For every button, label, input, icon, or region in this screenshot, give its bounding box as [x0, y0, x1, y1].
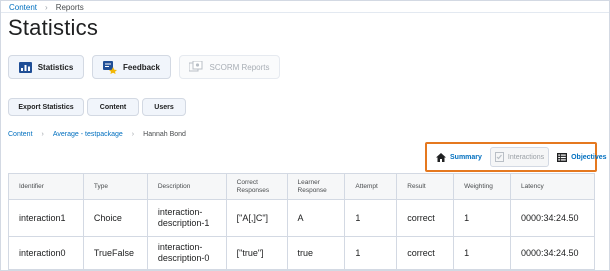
table-cell: 1 [344, 236, 398, 270]
summary-toggle[interactable]: Summary [431, 147, 487, 167]
column-header: Result [396, 173, 455, 200]
table-cell: 1 [453, 236, 511, 270]
feedback-button[interactable]: Feedback [92, 55, 171, 79]
chevron-right-icon: › [131, 131, 135, 138]
objectives-toggle[interactable]: Objectives [552, 147, 610, 167]
checklist-icon [494, 152, 504, 162]
chevron-right-icon: › [45, 3, 48, 12]
top-breadcrumb: Content › Reports [9, 3, 84, 12]
page-title: Statistics [8, 15, 99, 40]
table-header-row: Identifier Type Description Correct Resp… [8, 173, 595, 200]
breadcrumb-current-user: Hannah Bond [143, 131, 186, 138]
table-row: interaction1 Choice interaction-descript… [8, 199, 595, 237]
interactions-toggle-label: Interactions [507, 153, 545, 161]
bar-chart-icon [18, 61, 32, 73]
scorm-icon [189, 61, 203, 72]
summary-toggle-label: Summary [450, 153, 482, 161]
table-cell: correct [396, 199, 455, 237]
breadcrumb-content-link[interactable]: Content [8, 131, 33, 138]
breadcrumb-current: Reports [55, 3, 84, 12]
column-header: Correct Responses [225, 173, 288, 200]
interactions-toggle[interactable]: Interactions [489, 147, 550, 167]
statistics-button[interactable]: Statistics [8, 55, 84, 79]
objectives-toggle-label: Objectives [571, 153, 607, 161]
table-cell: Choice [82, 199, 148, 237]
table-cell: correct [396, 236, 455, 270]
breadcrumb-package-link[interactable]: Average - testpackage [53, 131, 123, 138]
column-header: Learner Response [286, 173, 346, 200]
feedback-button-label: Feedback [123, 62, 160, 72]
interactions-table: Identifier Type Description Correct Resp… [8, 173, 595, 270]
home-icon [436, 152, 446, 162]
view-toggle-group: Summary Interactions Objectives [425, 142, 607, 172]
table-cell: interaction-description-1 [146, 199, 227, 237]
users-button[interactable]: Users [142, 98, 186, 116]
content-button[interactable]: Content [87, 98, 139, 116]
scorm-reports-button[interactable]: SCORM Reports [179, 55, 280, 79]
divider [1, 12, 609, 13]
column-header: Type [82, 173, 148, 200]
table-cell: 1 [453, 199, 511, 237]
scorm-reports-button-label: SCORM Reports [209, 62, 270, 72]
export-statistics-button[interactable]: Export Statistics [8, 98, 84, 116]
feedback-icon [103, 60, 118, 74]
column-header: Identifier [8, 173, 84, 200]
breadcrumb-content-link[interactable]: Content [9, 3, 37, 12]
column-header: Weighting [453, 173, 511, 200]
table-cell: true [286, 236, 346, 270]
chevron-right-icon: › [41, 131, 44, 138]
table-cell: ["true"] [225, 236, 288, 270]
statistics-button-label: Statistics [37, 62, 74, 72]
table-cell: A [286, 199, 346, 237]
table-cell: 1 [344, 199, 398, 237]
list-icon [557, 152, 568, 162]
breadcrumb: Content › Average - testpackage › Hannah… [8, 131, 186, 138]
column-header: Attempt [344, 173, 398, 200]
table-row: interaction0 TrueFalse interaction-descr… [8, 236, 595, 270]
table-cell: interaction0 [8, 236, 84, 270]
table-cell: 0000:34:24.50 [510, 199, 595, 237]
column-header: Description [146, 173, 227, 200]
table-cell: ["A[,]C"] [225, 199, 288, 237]
table-cell: interaction1 [8, 199, 84, 237]
table-cell: 0000:34:24.50 [510, 236, 595, 270]
table-cell: interaction-description-0 [146, 236, 227, 270]
column-header: Latency [510, 173, 595, 200]
table-cell: TrueFalse [82, 236, 148, 270]
